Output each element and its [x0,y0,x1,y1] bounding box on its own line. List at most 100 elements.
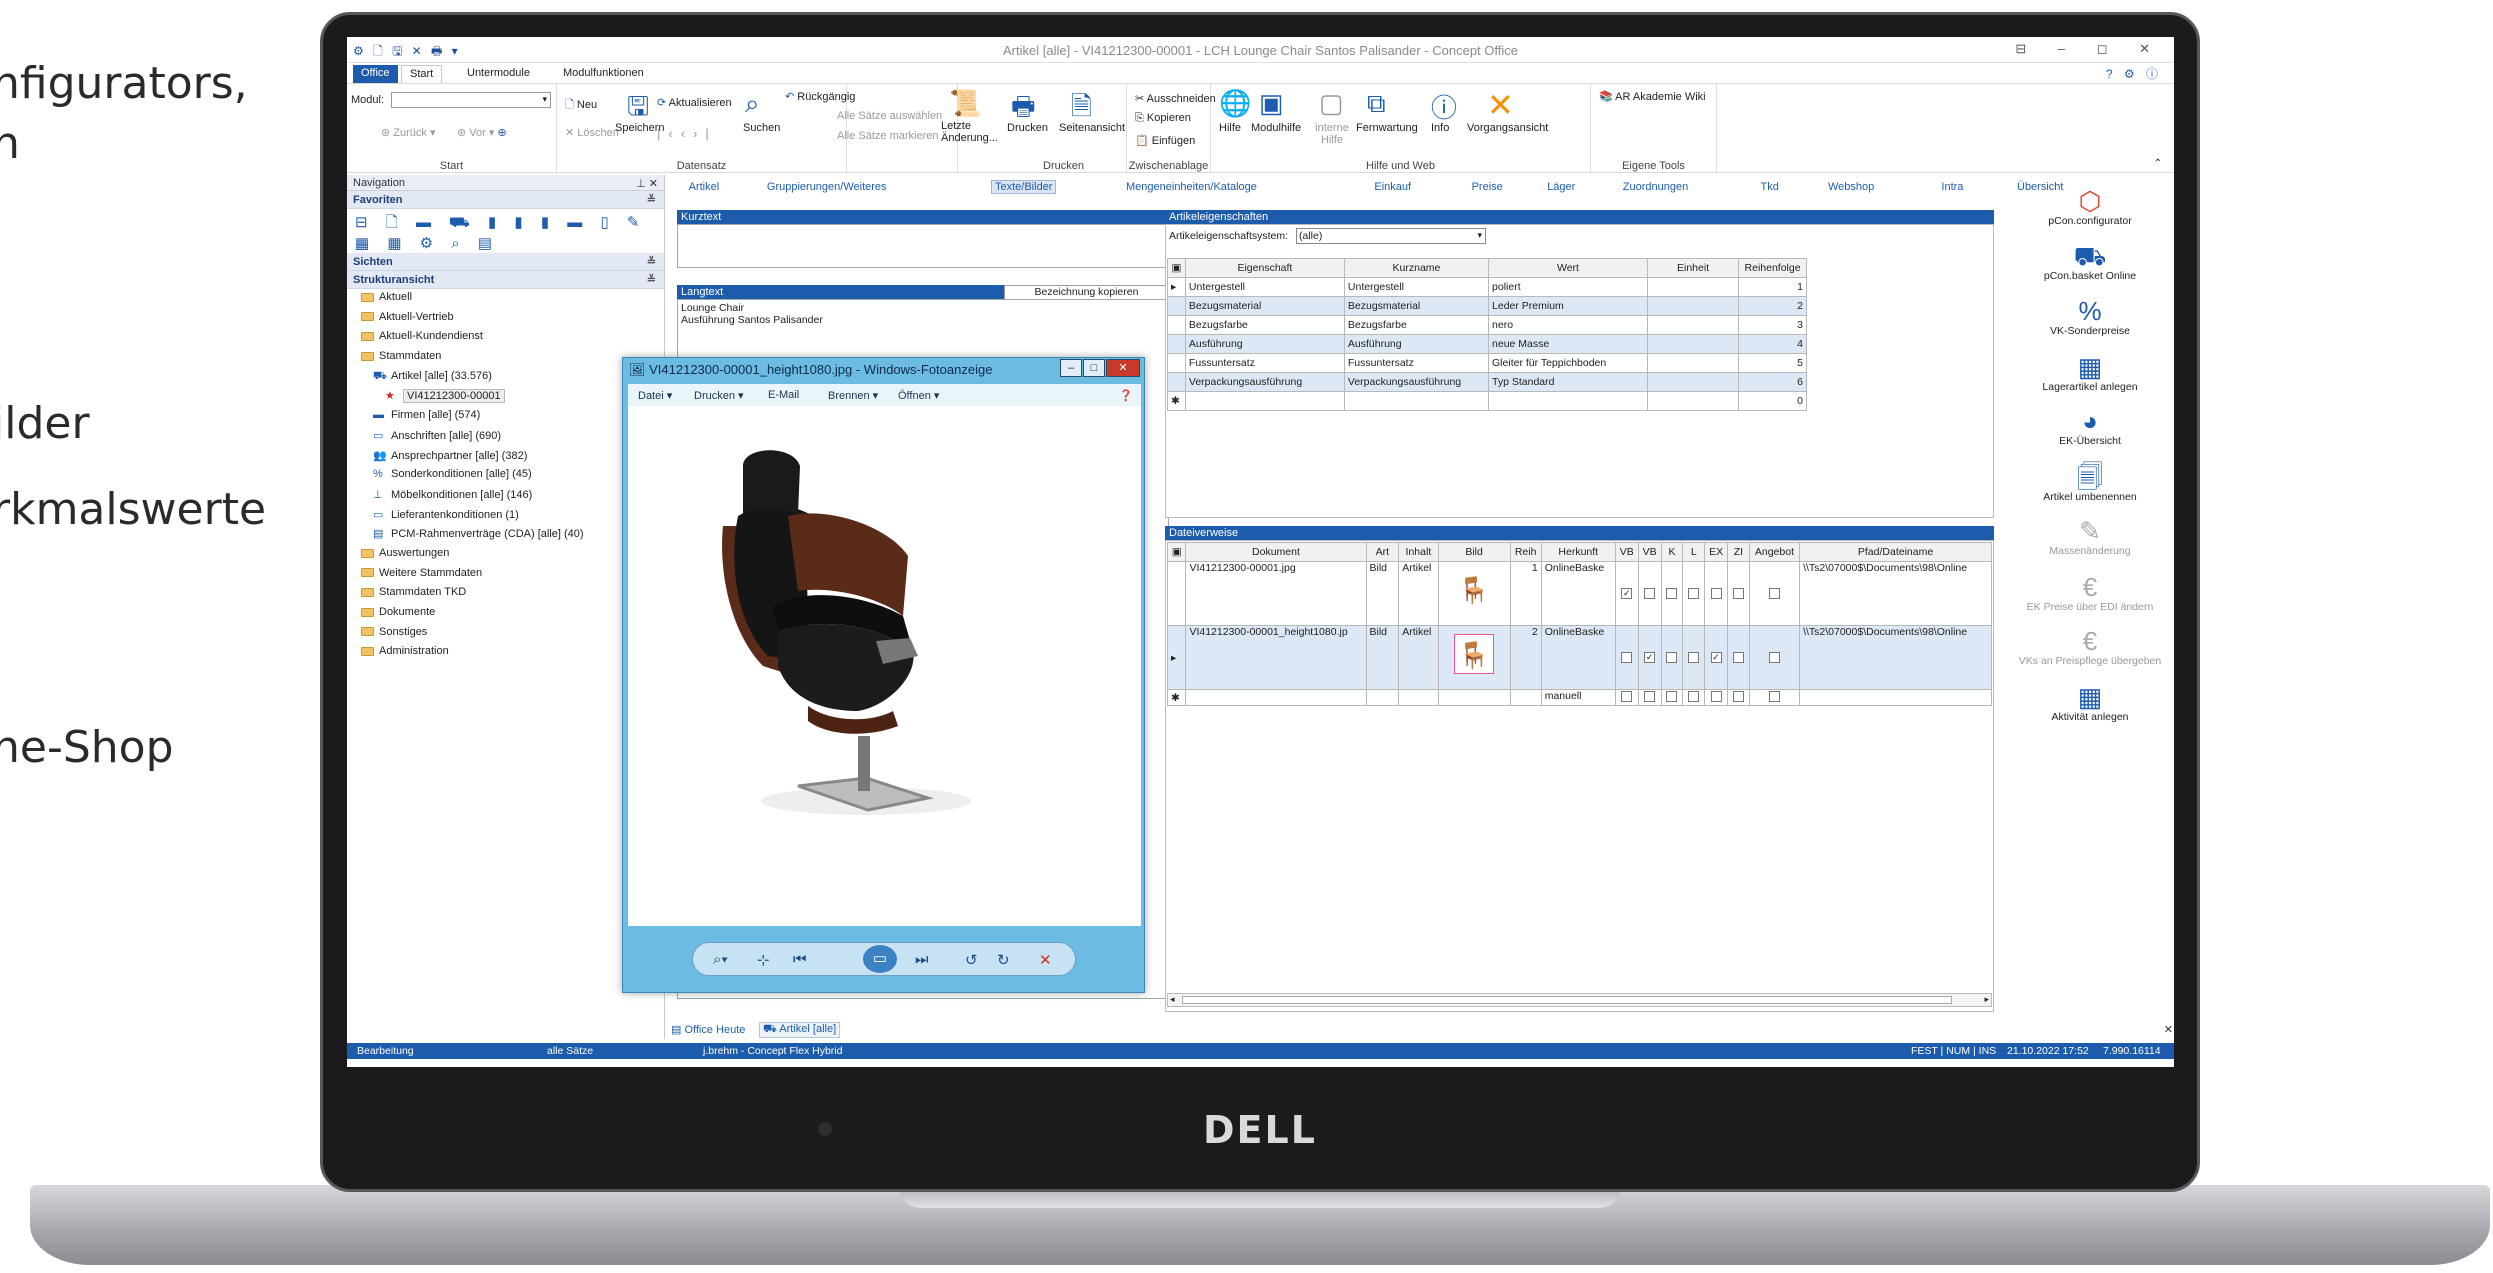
suchen-button[interactable]: Suchen [743,122,780,134]
tree-item[interactable]: Administration [347,645,664,665]
table-cell[interactable]: Untergestell [1343,277,1490,297]
bild-cell[interactable]: 🪑 [1437,625,1511,690]
herkunft-cell[interactable]: manuell [1540,689,1616,706]
tree-item[interactable]: Aktuell-Vertrieb [347,311,664,331]
favorite-icons-row-2[interactable]: ▦ ▦ ⚙ ⌕ ▤ [347,231,664,253]
slideshow-icon[interactable]: ▭ [863,945,897,973]
bezeichnung-kopieren-button[interactable]: Bezeichnung kopieren [1004,285,1169,300]
table-row[interactable]: Bezugsmaterial Bezugsmaterial Leder Premiu… [1167,296,1807,316]
table-cell[interactable]: 1 [1738,277,1807,297]
checkbox-cell[interactable] [1660,561,1684,626]
maximize-button[interactable]: □ [1083,359,1105,377]
help-icon[interactable]: ❓ [1119,389,1133,402]
checkbox-cell[interactable] [1637,561,1662,626]
hilfe-button[interactable]: Hilfe [1219,122,1241,134]
table-cell[interactable] [1646,296,1740,316]
rotate-left-icon[interactable]: ↺ [965,951,978,969]
checkbox-cell[interactable] [1704,561,1729,626]
menu-oeffnen[interactable]: Öffnen ▾ [898,389,939,402]
checkbox-cell[interactable] [1704,689,1729,706]
scroll-right-icon[interactable]: ▸ [1984,994,1989,1005]
table-row[interactable]: ✱ manuell [1166,689,1992,706]
next-icon[interactable]: ⏭ [915,951,929,968]
table-row[interactable]: Ausführung Ausführung neue Masse 4 [1167,334,1807,354]
herkunft-cell[interactable]: OnlineBaske [1540,625,1616,690]
checkbox-cell[interactable]: ✓ [1614,561,1639,626]
table-cell[interactable]: neue Masse [1488,334,1648,354]
checkbox[interactable] [1688,652,1700,664]
table-row[interactable]: ▸ Untergestell Untergestell poliert 1 [1167,277,1807,297]
zoom-icon[interactable]: ⌕▾ [713,951,728,968]
ribbon-collapse-icon[interactable]: ⌃ [2154,158,2162,169]
checkbox-cell[interactable] [1614,625,1639,690]
table-cell[interactable]: Verpackungsausführung [1184,372,1345,392]
sidebar-action[interactable]: ▦ Aktivität anlegen [2006,683,2174,723]
ausschneiden-button[interactable]: ✂ Ausschneiden [1135,92,1216,105]
fit-icon[interactable]: ⊹ [757,951,770,969]
minimize-button[interactable]: ‒ [1060,359,1082,377]
table-cell[interactable]: Ausführung [1184,334,1345,354]
checkbox[interactable] [1621,690,1633,702]
angebot-cell[interactable] [1748,689,1801,706]
table-cell[interactable]: 4 [1738,334,1807,354]
table-cell[interactable]: poliert [1488,277,1648,297]
content-tab[interactable]: Zuordnungen [1623,181,1688,193]
table-cell[interactable]: Ausführung [1343,334,1490,354]
pin-close-icon[interactable]: ⊥ ✕ [636,177,658,190]
checkbox-cell[interactable]: ✓ [1637,625,1662,690]
table-row[interactable]: VI41212300-00001.jpg Bild Artikel 🪑 1 OnlineB… [1166,561,1992,626]
scrollbar-thumb[interactable] [1182,996,1952,1004]
checkbox[interactable]: ✓ [1621,588,1633,600]
fernwartung-button[interactable]: Fernwartung [1356,122,1418,134]
section-sichten[interactable]: Sichten ≚ [347,253,664,271]
table-cell[interactable]: Untergestell [1184,277,1345,297]
tab-modulfunktionen[interactable]: Modulfunktionen [555,65,652,83]
checkbox[interactable] [1666,588,1678,600]
info-button[interactable]: Info [1431,122,1449,134]
tree-item[interactable]: Sonstiges [347,626,664,646]
modul-select[interactable]: ▾ [391,92,551,108]
checkbox-cell[interactable] [1637,689,1662,706]
window-controls[interactable]: ⊟ – ◻ ✕ [2015,41,2164,57]
tree-item[interactable]: Aktuell [347,291,664,311]
checkbox-cell[interactable] [1682,561,1706,626]
record-navigation[interactable]: |‹‹›| [657,126,717,141]
tab-office[interactable]: Office [353,65,398,83]
tree-item[interactable]: Auswertungen [347,547,664,567]
reihenfolge-cell[interactable]: 1 [1509,561,1542,626]
vorgangsansicht-button[interactable]: Vorgangsansicht [1467,122,1548,134]
table-cell[interactable]: Bezugsmaterial [1184,296,1345,316]
pfad-cell[interactable] [1799,689,1992,706]
sidebar-action[interactable]: ⛟ pCon.basket Online [2006,242,2174,282]
checkbox[interactable]: ✓ [1644,652,1656,664]
tree-item[interactable]: Dokumente [347,606,664,626]
modulhilfe-button[interactable]: Modulhilfe [1251,122,1301,134]
section-favoriten[interactable]: Favoriten ≚ [347,191,664,209]
content-tab[interactable]: Gruppierungen/Weiteres [767,181,887,193]
table-cell[interactable]: nero [1488,315,1648,335]
content-tab[interactable]: Texte/Bilder [991,180,1057,194]
checkbox-cell[interactable] [1660,689,1684,706]
forward-button[interactable]: ⊛ Vor ▾ ⊕ [457,126,507,139]
sidebar-action[interactable]: % VK-Sonderpreise [2006,297,2174,337]
ar-akademie-button[interactable]: 📚 AR Akademie Wiki [1599,90,1706,103]
tree-item[interactable]: ⊥ Möbelkonditionen [alle] (146) [347,488,664,508]
table-cell[interactable]: Verpackungsausführung [1343,372,1490,392]
reihenfolge-cell[interactable]: 2 [1509,625,1542,690]
table-cell[interactable] [1184,391,1345,411]
sidebar-action[interactable]: ◕ EK-Übersicht [2006,407,2174,447]
tree-item[interactable]: Aktuell-Kundendienst [347,330,664,350]
section-strukturansicht[interactable]: Strukturansicht ≚ [347,271,664,289]
rueckgaengig-button[interactable]: ↶ Rückgängig [785,90,855,103]
checkbox-cell[interactable] [1660,625,1684,690]
tree-item[interactable]: Stammdaten [347,350,664,370]
checkbox[interactable] [1710,690,1722,702]
table-row[interactable]: ✱ 0 [1167,391,1807,411]
horizontal-scrollbar[interactable]: ◂ ▸ [1167,993,1992,1007]
content-tab[interactable]: Läger [1547,181,1575,193]
table-cell[interactable]: 6 [1738,372,1807,392]
checkbox-cell[interactable] [1727,625,1750,690]
system-select[interactable]: (alle) ▾ [1296,228,1486,244]
tree-item[interactable]: ▭ Lieferantenkonditionen (1) [347,508,664,528]
checkbox-cell[interactable] [1614,689,1639,706]
